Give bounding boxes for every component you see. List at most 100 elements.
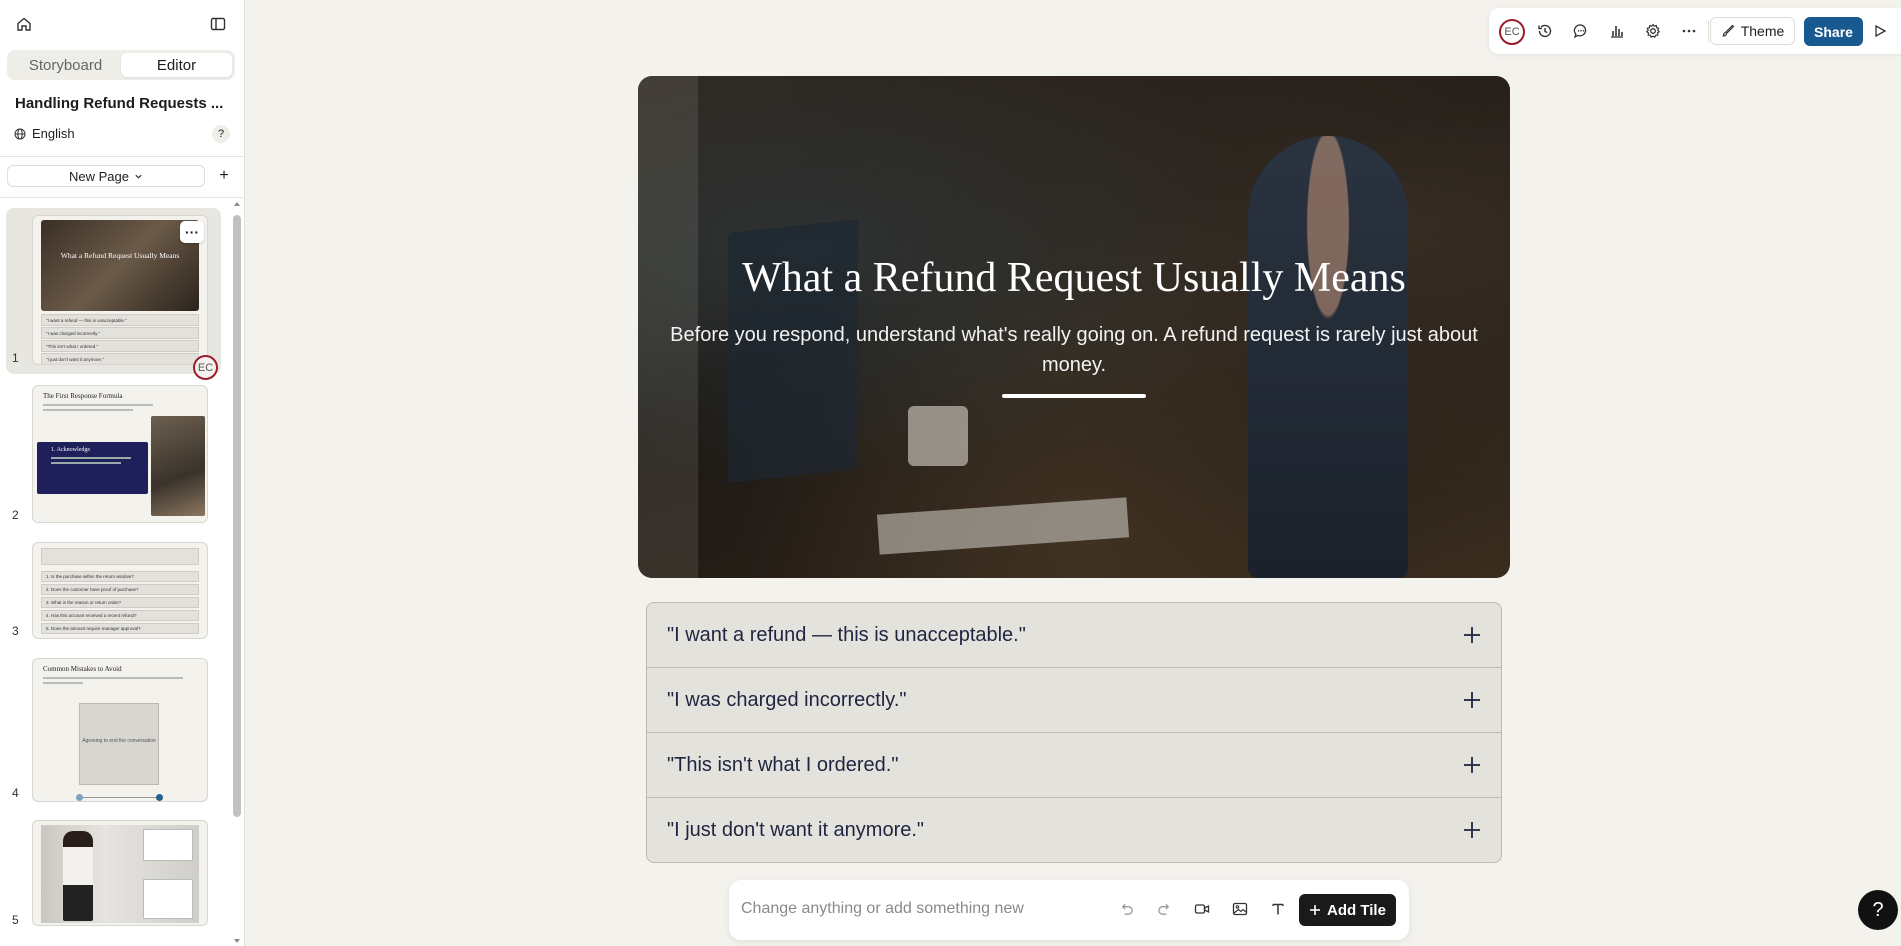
thumbnail-number: 2 [12, 508, 19, 522]
accordion-label: "I want a refund — this is unacceptable.… [667, 623, 1026, 646]
tab-editor[interactable]: Editor [121, 53, 232, 77]
plus-icon [1310, 905, 1321, 915]
thumbnail-text-line [51, 457, 131, 459]
accordion-item[interactable]: "I was charged incorrectly." [647, 668, 1501, 733]
thumbnail-photo [151, 416, 205, 516]
thumbnail-row: "I was charged incorrectly." [41, 327, 199, 339]
image-icon[interactable] [1229, 898, 1251, 920]
slide-title[interactable]: What a Refund Request Usually Means [638, 254, 1510, 302]
thumbnail-slider [79, 797, 159, 798]
thumbnail-more-button[interactable]: ··· [180, 221, 204, 243]
new-page-label: New Page [69, 168, 129, 184]
thumbnail-text-line [51, 462, 121, 464]
sidebar-toggle-icon[interactable] [205, 11, 231, 37]
thumbnail-text-line [43, 404, 153, 406]
language-selector[interactable]: English [14, 126, 75, 141]
thumbnail-number: 1 [12, 351, 19, 365]
thumbnail-slider-handle [156, 794, 163, 801]
page-thumbnail-3[interactable]: 1. Is the purchase within the return win… [32, 542, 208, 639]
accordion-label: "I was charged incorrectly." [667, 688, 907, 711]
comments-icon[interactable] [1570, 20, 1592, 42]
settings-gear-icon[interactable] [1642, 20, 1664, 42]
composer-bar: Add Tile [729, 880, 1409, 940]
language-help-button[interactable]: ? [212, 125, 230, 143]
sidebar: Storyboard Editor Handling Refund Reques… [0, 0, 245, 946]
thumbnail-text-line [43, 409, 133, 411]
scroll-down-icon[interactable] [233, 937, 241, 945]
more-options-icon[interactable] [1678, 20, 1700, 42]
scroll-thumb[interactable] [233, 215, 241, 817]
theme-label: Theme [1740, 23, 1785, 39]
accordion-item[interactable]: "I want a refund — this is unacceptable.… [647, 603, 1501, 668]
analytics-icon[interactable] [1606, 20, 1628, 42]
share-button[interactable]: Share [1804, 17, 1863, 46]
document-title[interactable]: Handling Refund Requests ... [15, 95, 223, 112]
thumbnail-title: The First Response Formula [43, 392, 123, 400]
play-icon[interactable] [1869, 20, 1891, 42]
page-thumbnail-4[interactable]: Common Mistakes to Avoid Agreeing to end… [32, 658, 208, 802]
collaborator-avatar: EC [193, 355, 218, 380]
thumbnail-callout [143, 829, 193, 861]
page-thumbnail-2[interactable]: The First Response Formula 1. Acknowledg… [32, 385, 208, 523]
help-button[interactable]: ? [1858, 890, 1898, 930]
theme-button[interactable]: Theme [1710, 17, 1795, 45]
globe-icon [14, 128, 26, 139]
home-icon[interactable] [11, 11, 37, 37]
plus-icon[interactable] [1463, 685, 1481, 716]
thumbnail-person [63, 831, 93, 921]
undo-icon[interactable] [1115, 898, 1137, 920]
plus-icon[interactable] [1463, 815, 1481, 846]
thumbnail-number: 5 [12, 913, 19, 927]
plus-icon[interactable] [1463, 620, 1481, 651]
tab-storyboard[interactable]: Storyboard [10, 53, 121, 77]
accordion: "I want a refund — this is unacceptable.… [646, 602, 1502, 863]
accordion-label: "I just don't want it anymore." [667, 819, 925, 841]
thumbnail-card: Agreeing to end the conversation [79, 703, 159, 785]
thumbnail-number: 4 [12, 786, 19, 800]
view-tabs: Storyboard Editor [7, 50, 235, 80]
mug-shape [908, 406, 968, 466]
thumbnail-row: "I want a refund — this is unacceptable.… [41, 314, 199, 326]
composer-input[interactable] [741, 897, 1061, 921]
thumbnail-row: 1. Is the purchase within the return win… [41, 571, 199, 582]
slide-subtitle[interactable]: Before you respond, understand what's re… [668, 320, 1480, 380]
add-tile-button[interactable]: Add Tile [1299, 894, 1396, 926]
toolbar-divider [1708, 20, 1709, 42]
history-icon[interactable] [1534, 20, 1556, 42]
user-avatar[interactable]: EC [1499, 19, 1525, 45]
chevron-down-icon [135, 174, 142, 179]
accordion-label: "This isn't what I ordered." [667, 753, 899, 776]
divider [0, 156, 245, 157]
thumbnail-title: Common Mistakes to Avoid [43, 665, 122, 673]
video-icon[interactable] [1191, 898, 1213, 920]
thumbnail-row: 2. Does the customer have proof of purch… [41, 584, 199, 595]
thumbnail-row: "This isn't what I ordered." [41, 340, 199, 352]
title-underline [1002, 394, 1146, 398]
scroll-up-icon[interactable] [233, 200, 241, 208]
add-page-button[interactable]: + [213, 165, 235, 187]
accordion-item[interactable]: "This isn't what I ordered." [647, 733, 1501, 798]
thumbnail-row: 3. What is the reason or return order? [41, 597, 199, 608]
thumbnail-banner [41, 548, 199, 565]
thumbnail-row: 4. Has this account received a recent re… [41, 610, 199, 621]
thumbnail-callout: 1. Acknowledge [37, 442, 148, 494]
hero-image-tile[interactable]: What a Refund Request Usually Means Befo… [638, 76, 1510, 578]
language-label: English [32, 126, 75, 141]
text-icon[interactable] [1267, 898, 1289, 920]
new-page-button[interactable]: New Page [7, 165, 205, 187]
thumbnail-hero: What a Refund Request Usually Means [41, 220, 199, 311]
thumbnail-number: 3 [12, 624, 19, 638]
thumbnail-callout-text: 1. Acknowledge [51, 447, 90, 453]
brush-icon [1722, 24, 1735, 37]
thumbnail-title: What a Refund Request Usually Means [60, 251, 180, 260]
plus-icon[interactable] [1463, 750, 1481, 781]
page-thumbnail-5[interactable] [32, 820, 208, 926]
thumbnail-slider-handle [76, 794, 83, 801]
thumbnail-row: "I just don't want it anymore." [41, 353, 199, 364]
thumbnail-callout [143, 879, 193, 919]
thumbnail-text-line [43, 677, 183, 679]
accordion-item[interactable]: "I just don't want it anymore." [647, 798, 1501, 862]
thumbnail-text-line [43, 682, 83, 684]
add-tile-label: Add Tile [1327, 901, 1386, 919]
redo-icon[interactable] [1153, 898, 1175, 920]
